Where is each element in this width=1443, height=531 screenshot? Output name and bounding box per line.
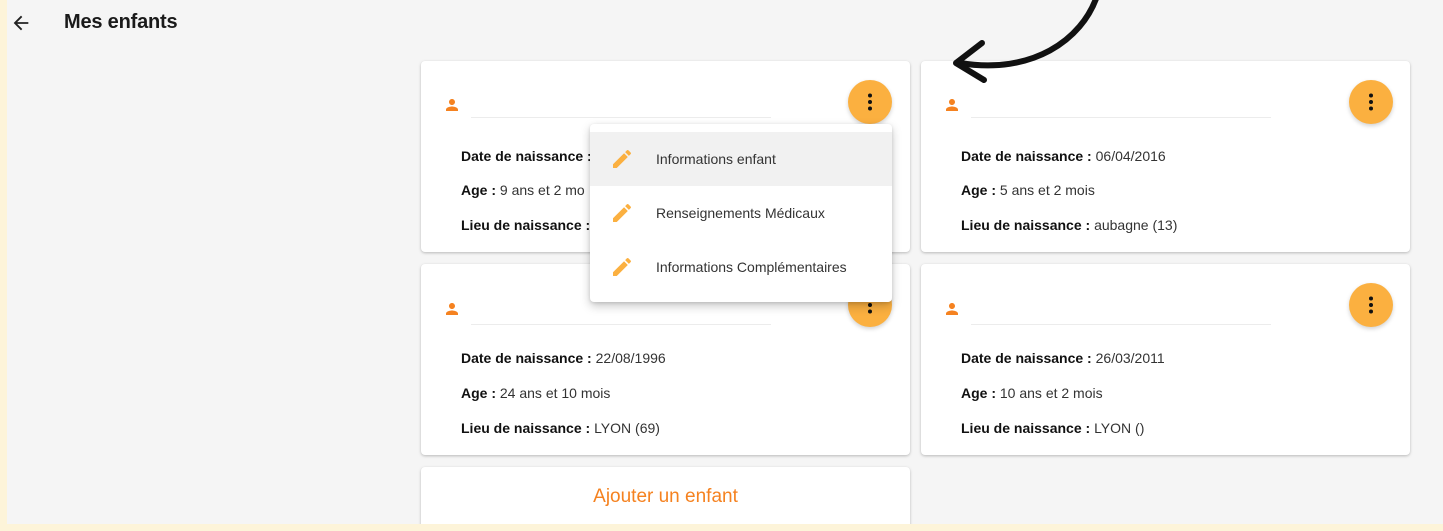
child-name-redacted <box>971 117 1271 118</box>
frame-border <box>0 524 1443 531</box>
more-options-button[interactable] <box>1349 80 1393 124</box>
menu-item-informations-enfant[interactable]: Informations enfant <box>590 132 892 186</box>
birth-place-field: Lieu de naissance : LYON () <box>961 420 1145 436</box>
age-field: Age : 10 ans et 2 mois <box>961 385 1103 401</box>
age-field: Age : 24 ans et 10 mois <box>461 385 611 401</box>
birth-date-field: Date de naissance : 26/03/2011 <box>961 350 1165 366</box>
child-card: Date de naissance : 26/03/2011 Age : 10 … <box>921 264 1410 455</box>
more-vert-icon <box>1369 93 1373 111</box>
child-name-redacted <box>471 117 771 118</box>
menu-item-informations-complementaires[interactable]: Informations Complémentaires <box>590 240 892 294</box>
pencil-icon <box>613 149 632 168</box>
app-window: Mes enfants Date de naissance : Age : 9 … <box>7 0 1443 524</box>
child-name-redacted <box>471 324 771 325</box>
birth-place-field: Lieu de naissance : aubagne (13) <box>961 217 1178 233</box>
person-icon <box>946 99 958 111</box>
more-vert-icon <box>868 93 872 111</box>
more-options-button[interactable] <box>1349 283 1393 327</box>
birth-date-field: Date de naissance : 06/04/2016 <box>961 148 1166 164</box>
person-icon <box>446 99 458 111</box>
child-options-menu: Informations enfant Renseignements Médic… <box>590 124 892 302</box>
add-child-card[interactable]: Ajouter un enfant <box>421 467 910 524</box>
birth-date-field: Date de naissance : <box>461 148 592 164</box>
pencil-icon <box>613 257 632 276</box>
birth-date-field: Date de naissance : 22/08/1996 <box>461 350 666 366</box>
more-vert-icon <box>1369 296 1373 314</box>
page-title: Mes enfants <box>64 11 178 33</box>
menu-item-label: Informations enfant <box>656 151 776 167</box>
birth-place-field: Lieu de naissance : LYON (69) <box>461 420 660 436</box>
birth-place-field: Lieu de naissance : <box>461 217 591 233</box>
menu-item-renseignements-medicaux[interactable]: Renseignements Médicaux <box>590 186 892 240</box>
back-arrow-icon[interactable] <box>10 12 32 34</box>
add-child-button[interactable]: Ajouter un enfant <box>421 486 910 508</box>
child-name-redacted <box>971 324 1271 325</box>
menu-item-label: Informations Complémentaires <box>656 259 847 275</box>
person-icon <box>446 303 458 315</box>
annotation-arrow-icon <box>953 0 1099 83</box>
age-field: Age : 5 ans et 2 mois <box>961 182 1095 198</box>
more-options-button[interactable] <box>848 80 892 124</box>
person-icon <box>946 303 958 315</box>
age-field: Age : 9 ans et 2 mo <box>461 182 585 198</box>
pencil-icon <box>613 203 632 222</box>
menu-item-label: Renseignements Médicaux <box>656 205 825 221</box>
